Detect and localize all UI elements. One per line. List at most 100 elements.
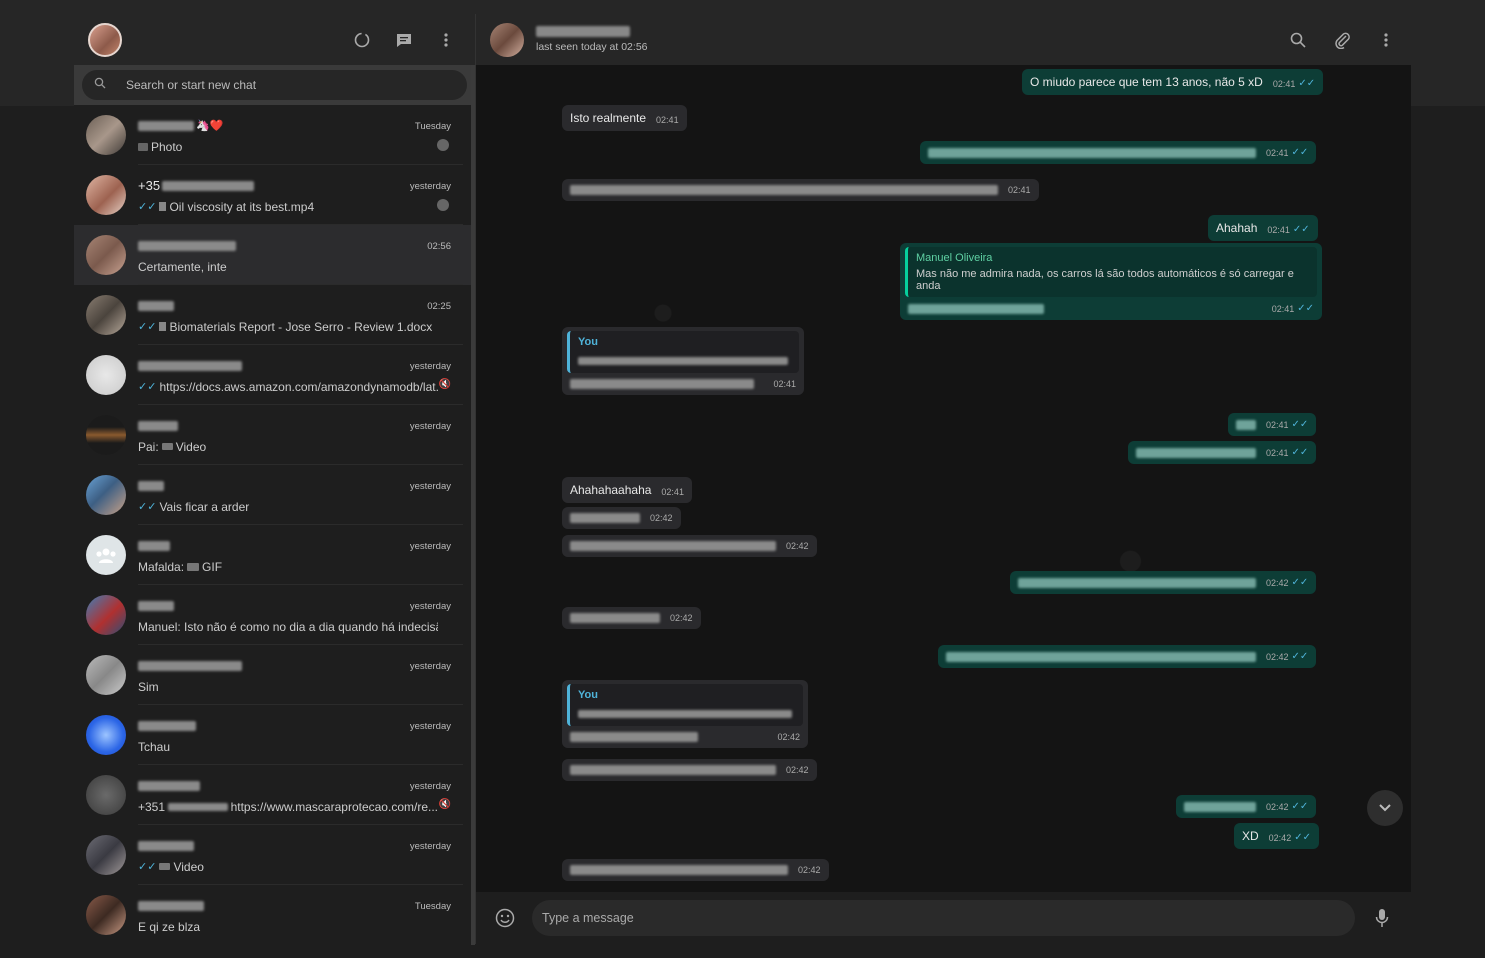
chat-item[interactable]: ✓✓ https://docs.aws.amazon.com/amazondyna…	[74, 345, 475, 405]
chat-preview: Certamente, inte	[138, 259, 227, 274]
avatar	[86, 235, 126, 275]
quoted-message[interactable]: You	[567, 331, 799, 373]
chat-item[interactable]: Sim yesterday	[74, 645, 475, 705]
search-icon[interactable]	[1287, 29, 1309, 51]
emoji-icon[interactable]	[494, 907, 516, 929]
chat-item[interactable]: Pai: Video yesterday	[74, 405, 475, 465]
read-ticks-icon: ✓✓	[1298, 78, 1316, 89]
message-incoming[interactable]: 02:42	[562, 607, 701, 629]
message-outgoing[interactable]: Ahahah 02:41 ✓✓	[1208, 215, 1318, 241]
blurred-text	[570, 185, 998, 195]
read-ticks-icon: ✓✓	[1291, 147, 1309, 158]
contact-name	[536, 26, 630, 37]
chat-preview: Vais ficar a arder	[159, 499, 250, 514]
chat-name	[138, 300, 174, 311]
blurred-text	[1018, 578, 1256, 588]
message-incoming[interactable]: 02:41	[562, 179, 1039, 201]
quote-author: You	[578, 689, 598, 701]
conversation-panel: last seen today at 02:56 O miudo parece …	[476, 14, 1411, 944]
chat-item[interactable]: ✓✓ Vais ficar a arder yesterday	[74, 465, 475, 525]
chat-item[interactable]: E qi ze blza Tuesday	[74, 885, 475, 944]
message-outgoing[interactable]: XD 02:42 ✓✓	[1234, 823, 1319, 849]
attach-icon[interactable]	[1331, 29, 1353, 51]
chat-name	[138, 840, 194, 851]
chat-item[interactable]: Mafalda: GIF yesterday	[74, 525, 475, 585]
message-incoming[interactable]: Isto realmente 02:41	[562, 105, 687, 131]
status-icon[interactable]	[351, 29, 373, 51]
chat-item[interactable]: Tchau yesterday	[74, 705, 475, 765]
menu-icon[interactable]	[1375, 29, 1397, 51]
message-text: O miudo parece que tem 13 anos, não 5 xD	[1030, 75, 1263, 89]
quoted-message[interactable]: You	[567, 684, 803, 726]
message-incoming[interactable]: 02:42	[562, 759, 817, 781]
message-input[interactable]	[542, 911, 1345, 925]
message-incoming[interactable]: 02:42	[562, 859, 829, 881]
message-time: 02:42	[1268, 833, 1292, 843]
chat-name	[138, 240, 236, 251]
chat-name	[138, 780, 200, 791]
message-time: 02:42	[670, 613, 693, 623]
message-outgoing[interactable]: O miudo parece que tem 13 anos, não 5 xD…	[1022, 69, 1324, 95]
microphone-icon[interactable]	[1371, 907, 1393, 929]
message-outgoing[interactable]: 02:42 ✓✓	[1176, 795, 1317, 818]
message-text: XD	[1242, 829, 1259, 843]
message-incoming[interactable]: 02:42	[562, 535, 817, 557]
chat-item[interactable]: +35 ✓✓ Oil viscosity at its best.mp4 yest…	[74, 165, 475, 225]
message-incoming[interactable]: 02:42	[562, 507, 681, 529]
chat-item[interactable]: Manuel: Isto não é como no dia a dia qua…	[74, 585, 475, 645]
message-incoming-reply[interactable]: You 02:41	[562, 327, 804, 395]
read-ticks-icon: ✓✓	[138, 201, 157, 213]
sidebar-scrollbar[interactable]	[471, 65, 475, 945]
message-text: Ahahahaahaha	[570, 483, 652, 497]
message-time: 02:42	[786, 541, 809, 551]
sidebar: 🦄❤️ Photo Tuesday +35 ✓✓ Oil viscosity at…	[74, 14, 476, 945]
chat-item[interactable]: ✓✓ Biomaterials Report - Jose Serro - Rev…	[74, 285, 475, 345]
blurred-text	[570, 865, 788, 875]
chat-time: Tuesday	[414, 901, 451, 912]
search-input[interactable]	[126, 78, 426, 92]
message-outgoing-reply[interactable]: Manuel Oliveira Mas não me admira nada, …	[900, 243, 1322, 320]
chat-time: yesterday	[409, 181, 451, 192]
read-ticks-icon: ✓✓	[1291, 801, 1309, 812]
message-incoming[interactable]: Ahahahaahaha 02:41	[562, 477, 692, 503]
chat-preview: https://www.mascaraprotecao.com/re...	[230, 799, 438, 814]
muted-icon: 🔇	[438, 799, 451, 810]
read-ticks-icon: ✓✓	[1291, 651, 1309, 662]
chat-time: yesterday	[409, 361, 451, 372]
avatar	[86, 295, 126, 335]
quote-author: You	[578, 336, 598, 348]
message-time: 02:41	[661, 487, 684, 497]
quoted-message[interactable]: Manuel Oliveira Mas não me admira nada, …	[905, 247, 1317, 297]
chat-name	[138, 120, 194, 131]
new-chat-icon[interactable]	[393, 29, 415, 51]
message-time: 02:42	[650, 513, 673, 523]
chat-preview: Tchau	[138, 739, 171, 754]
chat-time: yesterday	[409, 781, 451, 792]
message-outgoing[interactable]: 02:42 ✓✓	[1010, 571, 1317, 594]
chat-item[interactable]: +351 https://www.mascaraprotecao.com/re..…	[74, 765, 475, 825]
message-time: 02:41	[1272, 79, 1296, 89]
menu-icon[interactable]	[435, 29, 457, 51]
message-outgoing[interactable]: 02:41 ✓✓	[920, 141, 1317, 164]
conversation-header[interactable]: last seen today at 02:56	[476, 14, 1411, 65]
chat-time: yesterday	[409, 601, 451, 612]
chat-time: Tuesday	[414, 121, 451, 132]
my-avatar[interactable]	[88, 22, 122, 57]
blurred-text	[1184, 802, 1256, 812]
chat-time: yesterday	[409, 841, 451, 852]
chat-item[interactable]: ✓✓ Video yesterday	[74, 825, 475, 885]
message-outgoing[interactable]: 02:41 ✓✓	[1228, 413, 1317, 436]
scroll-to-bottom-button[interactable]	[1367, 790, 1403, 826]
chat-time: yesterday	[409, 721, 451, 732]
read-ticks-icon: ✓✓	[1292, 224, 1310, 235]
chat-item[interactable]: Certamente, inte 02:56	[74, 225, 475, 285]
blurred-text	[946, 652, 1256, 662]
contact-avatar[interactable]	[490, 22, 524, 57]
message-incoming-reply[interactable]: You 02:42	[562, 680, 808, 748]
message-outgoing[interactable]: 02:42 ✓✓	[938, 645, 1317, 668]
message-outgoing[interactable]: 02:41 ✓✓	[1128, 441, 1317, 464]
read-ticks-icon: ✓✓	[1291, 447, 1309, 458]
pin-icon	[437, 199, 449, 211]
chat-item[interactable]: 🦄❤️ Photo Tuesday	[74, 105, 475, 165]
message-list[interactable]: O miudo parece que tem 13 anos, não 5 xD…	[476, 65, 1411, 892]
